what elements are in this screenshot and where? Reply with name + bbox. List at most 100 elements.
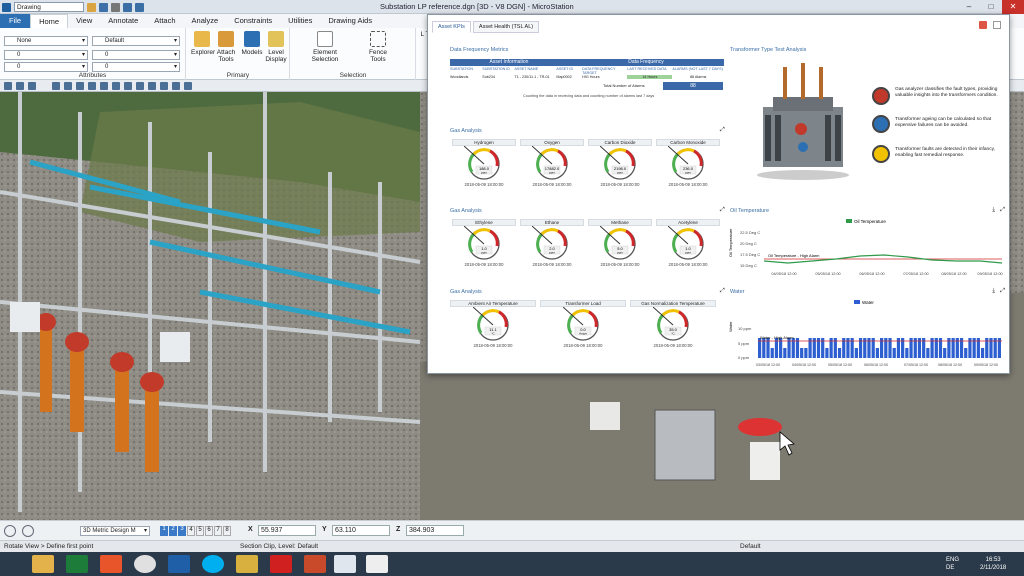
fence-tools-button[interactable]: Fence Tools — [365, 31, 391, 63]
prompt-text: Rotate View > Define first point — [4, 543, 94, 550]
sticky-app-icon[interactable] — [236, 555, 258, 573]
tab-constraints[interactable]: Constraints — [226, 14, 280, 28]
close-button[interactable]: ✕ — [1002, 0, 1024, 14]
expand-icon[interactable]: ⤢ — [720, 127, 725, 134]
zoom-in-icon[interactable] — [52, 82, 60, 90]
walk-icon[interactable] — [160, 82, 168, 90]
view-attributes-icon[interactable] — [4, 82, 12, 90]
skype-icon[interactable] — [202, 555, 224, 573]
pan-view-icon[interactable] — [112, 82, 120, 90]
chrome-icon[interactable] — [134, 555, 156, 573]
explorer-button[interactable]: Explorer — [191, 31, 215, 56]
download-icon[interactable]: ⤓ — [992, 207, 995, 214]
models-button[interactable]: Models — [241, 31, 263, 56]
expand-icon[interactable]: ⤢ — [720, 207, 725, 214]
gauge-title: Carbon Monoxide — [656, 139, 720, 146]
forward-icon[interactable] — [22, 525, 34, 537]
undo-icon[interactable] — [123, 2, 132, 12]
view-5-button[interactable]: 5 — [196, 526, 204, 536]
view-2-button[interactable]: 2 — [169, 526, 177, 536]
open-icon[interactable] — [87, 2, 96, 12]
download-icon[interactable]: ⤓ — [992, 288, 995, 295]
active-level-text: Default — [740, 543, 761, 550]
x-coordinate-field[interactable]: 55.937 — [258, 525, 316, 536]
cell: T1 - 230/11.1 - TR-01 — [514, 75, 550, 79]
zoom-out-icon[interactable] — [64, 82, 72, 90]
media-icon[interactable] — [304, 555, 326, 573]
print-icon[interactable] — [111, 2, 120, 12]
attach-tools-button[interactable]: Attach Tools — [215, 31, 237, 63]
data-freq-header: Data Frequency — [568, 59, 724, 66]
color-select[interactable]: 0 — [4, 50, 88, 60]
z-coordinate-field[interactable]: 384.903 — [406, 525, 464, 536]
maximize-button[interactable]: □ — [980, 0, 1002, 14]
thermometer-icon — [872, 115, 890, 133]
gas-analysis-title-1: Gas Analysis — [450, 128, 482, 134]
y-coordinate-field[interactable]: 63.110 — [332, 525, 390, 536]
cell: Sub234 — [482, 75, 495, 79]
outlook-icon[interactable] — [168, 555, 190, 573]
dashboard-refresh-icon[interactable] — [979, 21, 987, 29]
element-selection-label: Element Selection — [311, 49, 339, 63]
copy-view-icon[interactable] — [184, 82, 192, 90]
microstation-icon[interactable] — [334, 555, 356, 573]
level-display-button[interactable]: Level Display — [265, 31, 287, 63]
tab-asset-health[interactable]: Asset Health (TSL AL) — [472, 21, 540, 33]
windows-app-icon[interactable] — [270, 555, 292, 573]
fit-view-icon[interactable] — [88, 82, 96, 90]
tab-utilities[interactable]: Utilities — [280, 14, 320, 28]
dashboard-maximize-icon[interactable] — [993, 21, 1001, 29]
tab-file[interactable]: File — [0, 14, 31, 28]
redo-icon[interactable] — [135, 2, 144, 12]
expand-icon[interactable]: ⤢ — [1000, 207, 1005, 214]
display-style-icon[interactable] — [16, 82, 24, 90]
selection-label: Selection — [339, 72, 367, 79]
tab-view[interactable]: View — [68, 14, 100, 28]
view-8-button[interactable]: 8 — [223, 526, 231, 536]
transformer-note-3: Transformer faults are detected in their… — [895, 147, 995, 158]
gauge-title: Hydrogen — [452, 139, 516, 146]
workspace-selector[interactable]: Drawing — [14, 2, 84, 12]
level-select[interactable]: None — [4, 36, 88, 46]
element-selection-button[interactable]: Element Selection — [311, 31, 339, 63]
view-mode-select[interactable]: 3D Metric Design M — [80, 526, 150, 536]
weight-select[interactable]: 0 — [4, 62, 88, 72]
tab-home[interactable]: Home — [30, 14, 69, 28]
tab-asset-kpis[interactable]: Asset KPIs — [432, 21, 471, 33]
file-explorer-icon[interactable] — [32, 555, 54, 573]
view-previous-icon[interactable] — [124, 82, 132, 90]
view-7-button[interactable]: 7 — [214, 526, 222, 536]
gauge-date: 2018-05-09 18:00:00 — [668, 182, 708, 187]
rotate-view-icon[interactable] — [100, 82, 108, 90]
view-4-button[interactable]: 4 — [187, 526, 195, 536]
save-icon[interactable] — [99, 2, 108, 12]
excel-icon[interactable] — [66, 555, 88, 573]
style-select[interactable]: Default — [92, 36, 180, 46]
view-rotation-icon[interactable] — [28, 82, 36, 90]
linestyle-select[interactable]: 0 — [92, 50, 180, 60]
oil-temperature-chart: Oil Temperature Oil Temperature 22.5 Deg… — [728, 219, 1003, 276]
back-icon[interactable] — [4, 525, 16, 537]
view-1-button[interactable]: 1 — [160, 526, 168, 536]
attributes-label: Attributes — [78, 72, 107, 79]
transparency-select[interactable]: 0 — [92, 62, 180, 72]
camera-icon[interactable] — [148, 82, 156, 90]
minimize-button[interactable]: – — [958, 0, 980, 14]
window-area-icon[interactable] — [76, 82, 84, 90]
tab-annotate[interactable]: Annotate — [100, 14, 146, 28]
tab-analyze[interactable]: Analyze — [184, 14, 227, 28]
gauge-date: 2018-05-09 18:00:00 — [473, 343, 513, 348]
view-3-button[interactable]: 3 — [178, 526, 186, 536]
tab-attach[interactable]: Attach — [146, 14, 183, 28]
citrix-icon[interactable] — [366, 555, 388, 573]
water-bar — [943, 348, 947, 358]
gauge-title: Ethylene — [452, 219, 516, 226]
firefox-icon[interactable] — [100, 555, 122, 573]
gauge-unit: ppm — [549, 251, 555, 255]
view-6-button[interactable]: 6 — [205, 526, 213, 536]
expand-icon[interactable]: ⤢ — [720, 288, 725, 295]
clip-volume-icon[interactable] — [172, 82, 180, 90]
expand-icon[interactable]: ⤢ — [1000, 288, 1005, 295]
view-next-icon[interactable] — [136, 82, 144, 90]
tab-drawing-aids[interactable]: Drawing Aids — [320, 14, 380, 28]
